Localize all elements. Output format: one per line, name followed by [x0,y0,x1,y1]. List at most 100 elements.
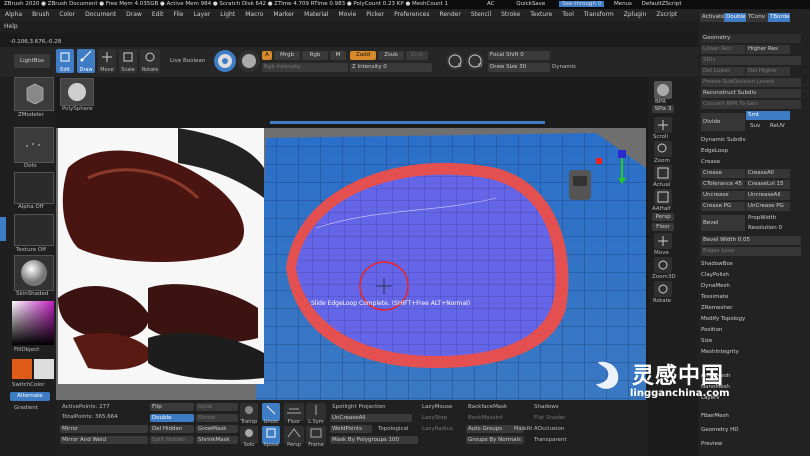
reconstruct-subdiv-button[interactable]: Reconstruct Subdiv [701,89,801,98]
bevel-button[interactable]: Bevel [701,215,745,231]
menus-button[interactable]: Menus [614,1,632,7]
s-button[interactable]: S [446,52,464,70]
convert-bpr-button[interactable]: Convert BPR To Geo [701,100,801,109]
del-higher-button[interactable]: Del Higher [746,67,790,76]
spix-slider[interactable]: SPix 3 [652,105,674,113]
crease-all-button[interactable]: CreaseAll [746,169,790,178]
smt-toggle[interactable]: Smt [746,111,790,120]
ghost-button[interactable]: Ghost [262,403,280,425]
floor-button[interactable]: Floor [652,223,674,231]
rgb-toggle[interactable]: Rgb [302,51,328,60]
menu-color[interactable]: Color [54,9,80,21]
alternate-button[interactable]: Alternate [10,392,50,401]
bevel-width-slider[interactable]: Bevel Width 0.05 [701,236,801,245]
xpose-button[interactable]: Xpose [262,426,280,448]
lazymouse-toggle[interactable]: LazyMouse [422,404,452,410]
menu-texture[interactable]: Texture [525,9,557,21]
aocclusion-toggle[interactable]: AOcclusion [534,426,564,432]
reuv-toggle[interactable]: ReUV [770,121,790,131]
transparent-toggle[interactable]: Transparent [534,437,567,443]
zsub-toggle[interactable]: Zsub [378,51,404,60]
switchcolor-button[interactable]: SwitchColor [12,382,45,388]
menu-draw[interactable]: Draw [121,9,147,21]
persp-button[interactable]: Persp [652,213,674,221]
double-tab[interactable]: Double [724,13,746,22]
menu-edit[interactable]: Edit [147,9,169,21]
actual-button[interactable] [654,165,672,181]
zadd-toggle[interactable]: Zadd [350,51,376,60]
weldpoints-button[interactable]: WeldPoints [330,425,372,433]
del-hidden-button[interactable]: Del Hidden [150,425,194,433]
edit-button[interactable]: Edit [56,49,74,73]
gradient-button[interactable]: Gradient [14,405,38,411]
menu-tool[interactable]: Tool [557,9,579,21]
focal-shift-slider[interactable]: Focal Shift 0 [488,51,550,60]
uncrease-pg-button[interactable]: UnCrease PG [746,202,790,211]
lightbox-button[interactable]: LightBox [14,54,50,68]
persp-bottom-button[interactable]: Persp [284,426,304,448]
polysphere-tile[interactable] [60,78,94,106]
groups-by-normals-button[interactable]: Groups By Normals [466,436,524,444]
move-view-button[interactable] [654,233,672,249]
rotate-button[interactable]: Rotate [140,49,160,73]
stroke-tile[interactable] [14,127,54,163]
crease-level-slider[interactable]: CreaseLvl 15 [746,180,790,189]
grow-button[interactable]: Grow [196,403,238,411]
live-boolean-button[interactable]: Live Boolean [170,58,205,64]
dynamesh-header[interactable]: DynaMesh [701,281,807,291]
uncrease-all-bottom-button[interactable]: UnCreaseAll [330,414,412,422]
preview-header[interactable]: Preview [701,439,807,449]
menu-stencil[interactable]: Stencil [466,9,496,21]
sdiv-slider[interactable]: SDiv [701,56,801,65]
aahalf-button[interactable] [654,189,672,205]
modify-topology-header[interactable]: Modify Topology [701,314,807,324]
mirror-and-weld-button[interactable]: Mirror And Weld [60,436,148,444]
mrgb-toggle[interactable]: Mrgb [274,51,300,60]
menu-render[interactable]: Render [434,9,465,21]
shadowbox-header[interactable]: ShadowBox [701,259,807,269]
z-intensity-slider[interactable]: Z Intensity 0 [350,63,432,72]
viewport-scroll-bar[interactable] [270,121,545,124]
spotlight-projection-button[interactable]: Spotlight Projection [332,404,386,410]
frame-button[interactable]: Frame [306,426,326,448]
back-mask-int-slider[interactable]: BackMaskInt [468,415,503,421]
position-header[interactable]: Position [701,325,807,335]
maskrt-slider[interactable]: MaskRt [514,426,532,432]
d-button[interactable]: D [466,52,484,70]
menu-brush[interactable]: Brush [27,9,54,21]
lsym-button[interactable]: L.Sym [306,403,326,425]
menu-macro[interactable]: Macro [240,9,268,21]
activate-tab[interactable]: Activate [700,13,724,22]
menu-file[interactable]: File [168,9,188,21]
scale-button[interactable]: Scale [119,49,137,73]
m-toggle[interactable]: M [330,51,346,60]
tborder-tab[interactable]: TBorde [768,13,790,22]
crease-header[interactable]: Crease [701,157,807,167]
menu-picker[interactable]: Picker [361,9,389,21]
rgb-intensity-slider[interactable]: Rgb Intensity [262,63,348,72]
menu-preferences[interactable]: Preferences [389,9,434,21]
uncrease-button[interactable]: Uncrease [701,191,745,200]
lazyradius-slider[interactable]: LazyRadius [422,426,453,432]
flip-button[interactable]: Flip [150,403,194,411]
draw-button[interactable]: Draw [77,49,95,73]
menu-alpha[interactable]: Alpha [0,9,27,21]
del-lower-button[interactable]: Del Lower [701,67,745,76]
color-picker[interactable] [12,301,54,345]
size-header[interactable]: Size [701,336,807,346]
see-through-slider[interactable]: See-through 0 [559,1,605,7]
left-tray-handle[interactable] [0,217,6,241]
alpha-tile[interactable] [14,172,54,204]
mirror-button[interactable]: Mirror [60,425,148,433]
solo-button[interactable]: Solo [240,426,258,448]
menu-help[interactable]: Help [0,21,22,33]
rotate-view-button[interactable] [654,281,672,297]
mask-by-polygroups-slider[interactable]: Mask By Polygroups 100 [330,436,418,444]
floor-grid-button[interactable]: Floor [284,403,304,425]
backface-mask-toggle[interactable]: BackfaceMask [468,404,507,410]
suv-toggle[interactable]: Suv [750,121,770,131]
zoom3d-button[interactable] [654,257,672,273]
lazystep-slider[interactable]: LazyStep [422,415,447,421]
split-hidden-button[interactable]: Split Hidden [150,436,194,444]
zmodeler-brush-tile[interactable] [14,77,54,111]
